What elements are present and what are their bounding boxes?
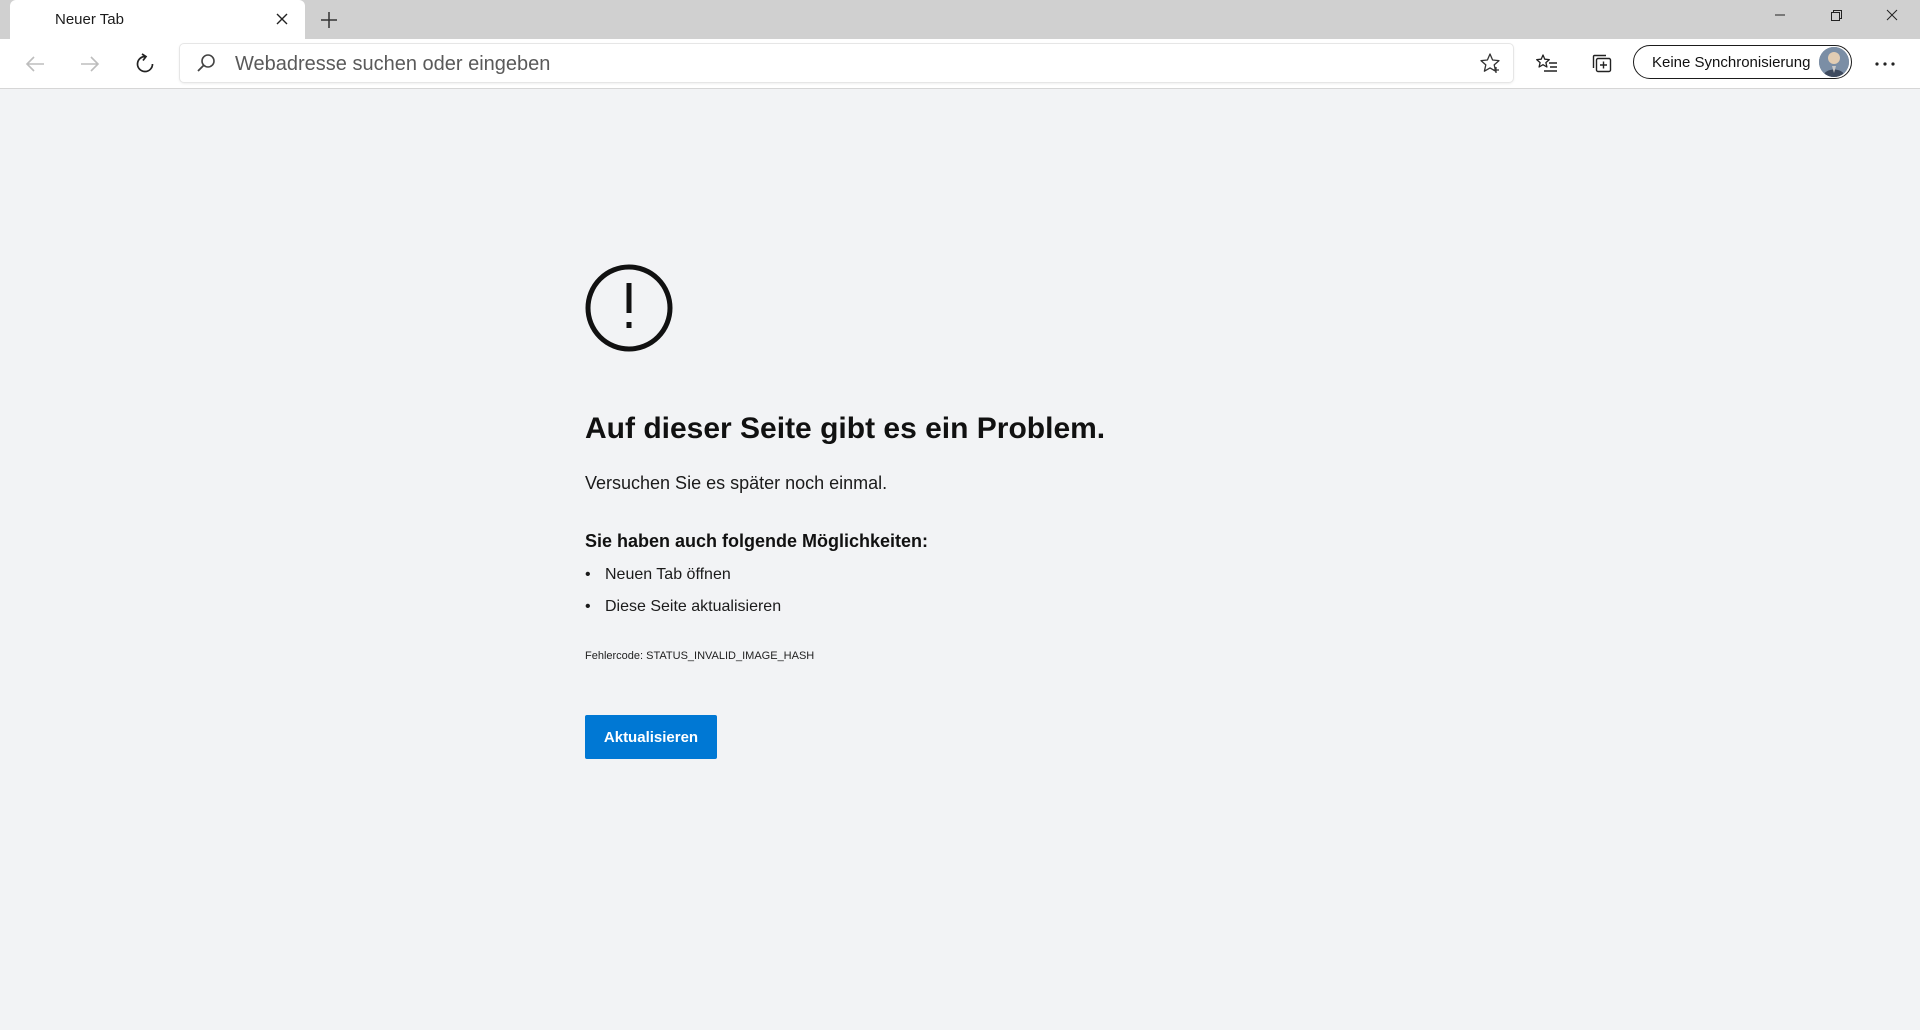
tab-title: Neuer Tab: [55, 11, 124, 28]
minimize-icon[interactable]: [1752, 0, 1808, 30]
window-close-icon[interactable]: [1864, 0, 1920, 30]
restore-icon[interactable]: [1808, 0, 1864, 30]
error-subtext: Versuchen Sie es später noch einmal.: [585, 473, 888, 493]
avatar: [1819, 47, 1849, 77]
arrow-right-icon[interactable]: [72, 46, 108, 82]
collections-icon[interactable]: [1584, 46, 1620, 82]
option-reload-page: Diese Seite aktualisieren: [605, 598, 782, 615]
options-heading: Sie haben auch folgende Möglichkeiten:: [585, 531, 929, 551]
star-icon[interactable]: [1477, 50, 1503, 76]
error-code: Fehlercode: STATUS_INVALID_IMAGE_HASH: [585, 650, 815, 662]
list-item: • Neuen Tab öffnen: [585, 566, 731, 583]
address-bar[interactable]: [180, 44, 1513, 84]
page-title: Auf dieser Seite gibt es ein Problem.: [585, 412, 1106, 445]
close-icon[interactable]: [269, 6, 295, 32]
sync-button[interactable]: Keine Synchronisierung: [1633, 45, 1852, 79]
tab-active[interactable]: Neuer Tab: [10, 0, 305, 39]
arrow-left-icon[interactable]: [17, 46, 53, 82]
tab-strip: Neuer Tab: [0, 0, 1920, 39]
list-item: • Diese Seite aktualisieren: [585, 598, 782, 615]
exclamation-circle-icon: [585, 264, 673, 352]
more-icon[interactable]: [1867, 46, 1903, 82]
option-open-new-tab: Neuen Tab öffnen: [605, 566, 731, 583]
refresh-button[interactable]: Aktualisieren: [585, 715, 717, 759]
address-input[interactable]: [233, 44, 1437, 84]
refresh-icon[interactable]: [127, 46, 163, 82]
options-list: • Neuen Tab öffnen • Diese Seite aktuali…: [585, 562, 781, 626]
sync-label: Keine Synchronisierung: [1652, 54, 1811, 71]
browser-toolbar: Keine Synchronisierung: [0, 39, 1920, 89]
search-icon: [197, 54, 215, 72]
favorites-list-icon[interactable]: [1529, 46, 1565, 82]
plus-icon[interactable]: [314, 5, 344, 35]
